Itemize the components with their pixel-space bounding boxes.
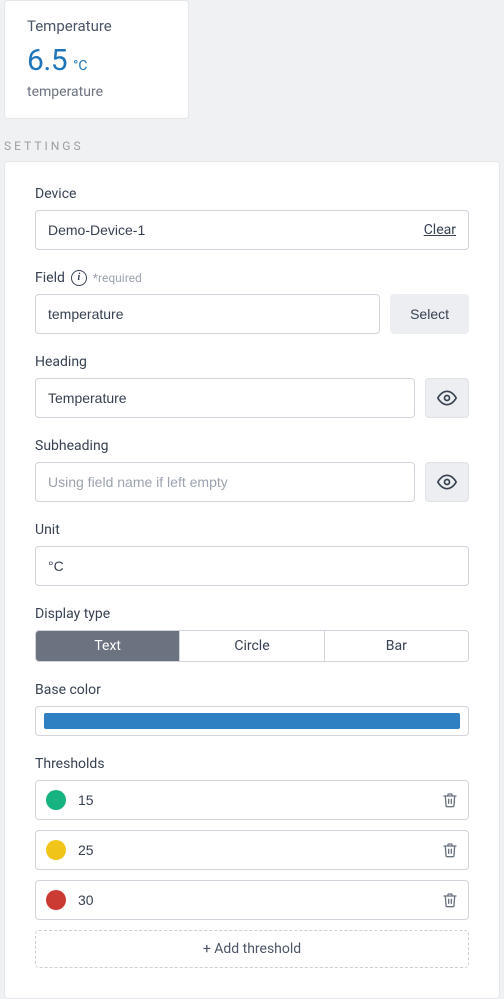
info-icon[interactable]: i: [71, 270, 87, 286]
heading-input[interactable]: [48, 390, 402, 406]
device-input-wrap: Clear: [35, 210, 469, 250]
trash-icon: [442, 792, 458, 808]
subheading-input-wrap: [35, 462, 415, 502]
display-type-segmented: Text Circle Bar: [35, 630, 469, 662]
heading-label: Heading: [35, 354, 469, 370]
display-type-bar[interactable]: Bar: [325, 631, 468, 661]
settings-section-title: SETTINGS: [4, 139, 504, 153]
thresholds-group: Thresholds + Add threshold: [35, 756, 469, 968]
threshold-value-input[interactable]: [78, 892, 430, 908]
heading-group: Heading: [35, 354, 469, 418]
threshold-row: [35, 830, 469, 870]
eye-icon: [437, 472, 457, 492]
threshold-delete-button[interactable]: [442, 842, 458, 858]
heading-input-wrap: [35, 378, 415, 418]
display-type-circle[interactable]: Circle: [180, 631, 324, 661]
base-color-label: Base color: [35, 682, 469, 698]
field-hint: *required: [93, 271, 142, 285]
subheading-visibility-toggle[interactable]: [425, 462, 469, 502]
field-input-wrap: [35, 294, 380, 334]
trash-icon: [442, 842, 458, 858]
preview-unit: °C: [73, 58, 87, 74]
device-input[interactable]: [48, 222, 424, 238]
unit-input-wrap: [35, 546, 469, 586]
field-label-row: Field i *required: [35, 270, 469, 286]
field-group: Field i *required Select: [35, 270, 469, 334]
display-type-label: Display type: [35, 606, 469, 622]
field-select-button[interactable]: Select: [390, 294, 469, 334]
device-group: Device Clear: [35, 186, 469, 250]
threshold-delete-button[interactable]: [442, 792, 458, 808]
unit-group: Unit: [35, 522, 469, 586]
subheading-label: Subheading: [35, 438, 469, 454]
subheading-group: Subheading: [35, 438, 469, 502]
threshold-row: [35, 780, 469, 820]
display-type-group: Display type Text Circle Bar: [35, 606, 469, 662]
threshold-color-swatch[interactable]: [46, 840, 66, 860]
threshold-delete-button[interactable]: [442, 892, 458, 908]
base-color-group: Base color: [35, 682, 469, 736]
preview-value-row: 6.5 °C: [27, 43, 166, 78]
unit-input[interactable]: [48, 558, 456, 574]
eye-icon: [437, 388, 457, 408]
threshold-value-input[interactable]: [78, 842, 430, 858]
threshold-value-input[interactable]: [78, 792, 430, 808]
preview-subheading: temperature: [27, 84, 166, 100]
threshold-row: [35, 880, 469, 920]
field-input[interactable]: [48, 306, 367, 322]
threshold-color-swatch[interactable]: [46, 890, 66, 910]
trash-icon: [442, 892, 458, 908]
display-type-text[interactable]: Text: [36, 631, 180, 661]
base-color-swatch: [44, 713, 460, 729]
heading-visibility-toggle[interactable]: [425, 378, 469, 418]
field-label: Field: [35, 270, 65, 286]
preview-heading: Temperature: [27, 17, 166, 35]
add-threshold-button[interactable]: + Add threshold: [35, 930, 469, 968]
settings-panel: Device Clear Field i *required Select He…: [4, 161, 500, 999]
thresholds-label: Thresholds: [35, 756, 469, 772]
preview-value: 6.5: [27, 43, 67, 78]
unit-label: Unit: [35, 522, 469, 538]
device-clear-link[interactable]: Clear: [424, 222, 456, 238]
base-color-picker[interactable]: [35, 706, 469, 736]
threshold-color-swatch[interactable]: [46, 790, 66, 810]
subheading-input[interactable]: [48, 474, 402, 490]
preview-card: Temperature 6.5 °C temperature: [4, 0, 189, 119]
device-label: Device: [35, 186, 469, 202]
